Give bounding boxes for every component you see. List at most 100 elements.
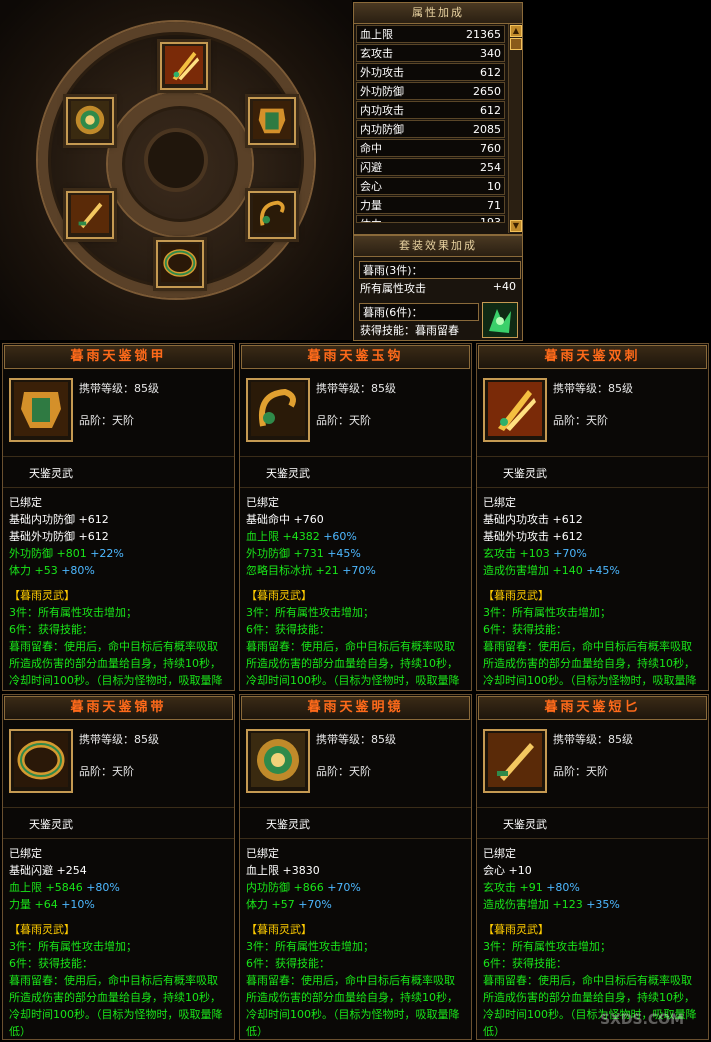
slot-armor[interactable]	[248, 97, 296, 145]
item-title: 暮雨天鉴玉钩	[241, 345, 470, 369]
stat-row: 会心 +10	[483, 864, 532, 877]
item-details: 已绑定 血上限 +3830 内功防御 +866 +70% 体力 +57 +70% …	[240, 838, 471, 1039]
armor-icon	[14, 381, 68, 439]
attribute-list: 血上限 21365 玄攻击 340 外功攻击 612 外功防御 2650 内功攻击 612…	[354, 24, 507, 224]
bound-status: 已绑定	[483, 847, 516, 860]
set-bonus-3: 3件：所有属性攻击增加；	[483, 606, 611, 619]
item-card[interactable]: 暮雨天鉴明镜 携带等级：85级 品阶：天阶 天鉴灵武 已绑定 血上限 +3830…	[239, 694, 472, 1040]
item-origin-row: 天鉴灵武	[477, 807, 708, 838]
item-rank: 品阶：天阶	[316, 414, 371, 427]
slot-hook[interactable]	[248, 191, 296, 239]
stat-row: 体力 +53 +80%	[9, 564, 95, 577]
bound-status: 已绑定	[483, 496, 516, 509]
slot-dagger[interactable]	[66, 191, 114, 239]
item-rank: 品阶：天阶	[316, 765, 371, 778]
stat-row: 基础外功攻击 +612	[483, 530, 583, 543]
item-origin: 天鉴灵武	[29, 818, 73, 831]
set-bonus-title: 套装效果加成	[354, 236, 522, 257]
set-bonus-3: 3件：所有属性攻击增加；	[9, 940, 137, 953]
scroll-down-button[interactable]: ▼	[510, 220, 522, 232]
attribute-row: 玄攻击 340	[356, 44, 505, 62]
set-bonus-3: 3件：所有属性攻击增加；	[483, 940, 611, 953]
item-origin-row: 天鉴灵武	[240, 456, 471, 487]
set-name: 【暮雨灵武】	[246, 589, 312, 602]
item-card[interactable]: 暮雨天鉴短匕 携带等级：85级 品阶：天阶 天鉴灵武 已绑定 会心 +10 玄攻…	[476, 694, 709, 1040]
item-icon-frame[interactable]	[246, 729, 310, 793]
twin-daggers-icon	[165, 45, 203, 87]
dagger-icon	[488, 732, 542, 790]
item-title: 暮雨天鉴明镜	[241, 696, 470, 720]
item-level: 携带等级：85级	[553, 733, 633, 746]
item-icon-frame[interactable]	[246, 378, 310, 442]
stat-row: 基础内功攻击 +612	[483, 513, 583, 526]
item-icon-frame[interactable]	[9, 729, 73, 793]
stat-row: 力量 +64 +10%	[9, 898, 95, 911]
set-bonus-6: 6件：获得技能：	[483, 957, 567, 970]
item-icon-frame[interactable]	[483, 378, 547, 442]
skill-icon[interactable]	[482, 302, 518, 338]
skill-description: 暮雨留春：使用后，命中目标后有概率吸取所造成伤害的部分血量给自身，持续10秒，冷…	[246, 640, 460, 687]
item-title: 暮雨天鉴锁甲	[4, 345, 233, 369]
attribute-row: 内功防御 2085	[356, 120, 505, 138]
item-details: 已绑定 基础闪避 +254 血上限 +5846 +80% 力量 +64 +10% …	[3, 838, 234, 1039]
mirror-icon	[71, 100, 109, 142]
stat-row: 外功防御 +801 +22%	[9, 547, 124, 560]
item-card[interactable]: 暮雨天鉴锦带 携带等级：85级 品阶：天阶 天鉴灵武 已绑定 基础闪避 +254…	[2, 694, 235, 1040]
stat-row: 血上限 +4382 +60%	[246, 530, 357, 543]
item-origin-row: 天鉴灵武	[3, 807, 234, 838]
scroll-thumb[interactable]	[510, 38, 522, 50]
item-card[interactable]: 暮雨天鉴双刺 携带等级：85级 品阶：天阶 天鉴灵武 已绑定 基础内功攻击 +6…	[476, 343, 709, 691]
item-icon-frame[interactable]	[483, 729, 547, 793]
watermark: SXDS.COM	[600, 1012, 685, 1028]
item-card[interactable]: 暮雨天鉴玉钩 携带等级：85级 品阶：天阶 天鉴灵武 已绑定 基础命中 +760…	[239, 343, 472, 691]
item-icon-frame[interactable]	[9, 378, 73, 442]
item-origin-row: 天鉴灵武	[477, 456, 708, 487]
item-header: 携带等级：85级 品阶：天阶	[240, 721, 471, 807]
item-origin-row: 天鉴灵武	[240, 807, 471, 838]
set-bonus-panel: 套装效果加成 暮雨(3件)： 所有属性攻击 +40 暮雨(6件)： 获得技能：暮雨…	[353, 235, 523, 341]
item-header: 携带等级：85级 品阶：天阶	[240, 370, 471, 456]
stat-row: 体力 +57 +70%	[246, 898, 332, 911]
armor-icon	[253, 100, 291, 142]
slot-twin-daggers[interactable]	[160, 42, 208, 90]
item-rank: 品阶：天阶	[553, 414, 608, 427]
item-details: 已绑定 基础命中 +760 血上限 +4382 +60% 外功防御 +731 +4…	[240, 487, 471, 690]
set-tier3-label: 暮雨(3件)：	[359, 261, 521, 279]
stat-row: 基础命中 +760	[246, 513, 324, 526]
set-name: 【暮雨灵武】	[483, 923, 549, 936]
attribute-row: 力量 71	[356, 196, 505, 214]
attribute-scrollbar[interactable]: ▲ ▼	[508, 24, 522, 233]
item-header: 携带等级：85级 品阶：天阶	[477, 721, 708, 807]
attribute-row: 内功攻击 612	[356, 101, 505, 119]
item-title: 暮雨天鉴双刺	[478, 345, 707, 369]
dagger-icon	[71, 194, 109, 236]
scroll-up-button[interactable]: ▲	[510, 25, 522, 37]
attribute-row: 命中 760	[356, 139, 505, 157]
item-details: 已绑定 基础内功攻击 +612 基础外功攻击 +612 玄攻击 +103 +70…	[477, 487, 708, 690]
attribute-row: 外功攻击 612	[356, 63, 505, 81]
skill-description: 暮雨留春：使用后，命中目标后有概率吸取所造成伤害的部分血量给自身，持续10秒，冷…	[483, 640, 697, 687]
set-bonus-6: 6件：获得技能：	[246, 623, 330, 636]
item-card[interactable]: 暮雨天鉴锁甲 携带等级：85级 品阶：天阶 天鉴灵武 已绑定 基础内功防御 +6…	[2, 343, 235, 691]
belt-icon	[14, 732, 68, 790]
set-bonus-3: 3件：所有属性攻击增加；	[246, 940, 374, 953]
item-origin: 天鉴灵武	[503, 818, 547, 831]
attribute-row-partial: 体力193	[356, 215, 505, 223]
stat-row: 基础内功防御 +612	[9, 513, 109, 526]
stat-row: 造成伤害增加 +140 +45%	[483, 564, 620, 577]
attribute-row: 会心 10	[356, 177, 505, 195]
stat-row: 基础外功防御 +612	[9, 530, 109, 543]
attribute-panel-title: 属性加成	[354, 3, 522, 24]
slot-mirror[interactable]	[66, 97, 114, 145]
stat-row: 内功防御 +866 +70%	[246, 881, 361, 894]
hook-icon	[251, 381, 305, 439]
item-level: 携带等级：85级	[79, 382, 159, 395]
set-tier3-effect: 所有属性攻击 +40	[360, 280, 516, 295]
slot-belt[interactable]	[156, 240, 204, 288]
bound-status: 已绑定	[9, 496, 42, 509]
set-bonus-6: 6件：获得技能：	[9, 623, 93, 636]
set-bonus-6: 6件：获得技能：	[9, 957, 93, 970]
item-rank: 品阶：天阶	[553, 765, 608, 778]
item-level: 携带等级：85级	[553, 382, 633, 395]
set-tier6-label: 暮雨(6件)：	[359, 303, 479, 321]
